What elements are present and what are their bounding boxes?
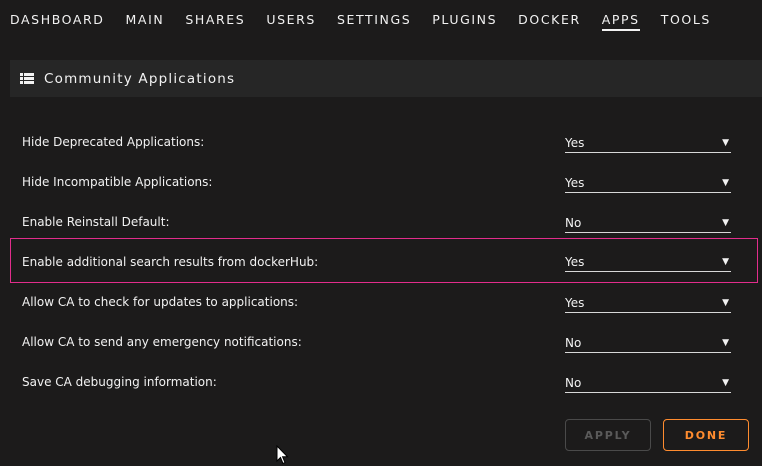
- select-value: Yes: [565, 136, 585, 150]
- top-nav: DASHBOARD MAIN SHARES USERS SETTINGS PLU…: [0, 0, 762, 40]
- nav-docker[interactable]: DOCKER: [518, 0, 581, 31]
- setting-row-emergency-notifications: Allow CA to send any emergency notificat…: [10, 322, 758, 362]
- reinstall-default-select[interactable]: No ▼: [565, 213, 731, 233]
- hide-deprecated-select[interactable]: Yes ▼: [565, 133, 731, 153]
- setting-label: Allow CA to check for updates to applica…: [22, 295, 299, 309]
- select-value: Yes: [565, 176, 585, 190]
- done-button[interactable]: DONE: [663, 419, 749, 451]
- setting-row-debugging-info: Save CA debugging information: No ▼: [10, 362, 758, 402]
- nav-users[interactable]: USERS: [266, 0, 316, 31]
- setting-row-check-updates: Allow CA to check for updates to applica…: [10, 282, 758, 322]
- setting-row-hide-deprecated: Hide Deprecated Applications: Yes ▼: [10, 122, 758, 162]
- select-value: No: [565, 336, 582, 350]
- setting-label: Enable additional search results from do…: [22, 255, 319, 269]
- section-title-bar: Community Applications: [10, 60, 762, 97]
- nav-apps[interactable]: APPS: [601, 0, 640, 31]
- setting-row-hide-incompatible: Hide Incompatible Applications: Yes ▼: [10, 162, 758, 202]
- dropdown-arrow-icon: ▼: [722, 298, 729, 308]
- select-value: No: [565, 216, 582, 230]
- nav-main[interactable]: MAIN: [126, 0, 165, 31]
- dropdown-arrow-icon: ▼: [722, 257, 729, 267]
- nav-settings[interactable]: SETTINGS: [337, 0, 411, 31]
- dockerhub-search-select[interactable]: Yes ▼: [565, 252, 731, 272]
- debugging-info-select[interactable]: No ▼: [565, 373, 731, 393]
- select-value: Yes: [565, 296, 585, 310]
- nav-shares[interactable]: SHARES: [185, 0, 245, 31]
- setting-label: Allow CA to send any emergency notificat…: [22, 335, 302, 349]
- dropdown-arrow-icon: ▼: [722, 218, 729, 228]
- grid-icon: [20, 73, 34, 84]
- setting-row-dockerhub-search: Enable additional search results from do…: [10, 238, 758, 283]
- section-title: Community Applications: [44, 70, 236, 87]
- dropdown-arrow-icon: ▼: [722, 378, 729, 388]
- setting-label: Hide Incompatible Applications:: [22, 175, 213, 189]
- apply-button[interactable]: APPLY: [565, 419, 651, 451]
- emergency-notifications-select[interactable]: No ▼: [565, 333, 731, 353]
- select-value: No: [565, 376, 582, 390]
- dropdown-arrow-icon: ▼: [722, 138, 729, 148]
- setting-label: Save CA debugging information:: [22, 375, 217, 389]
- dropdown-arrow-icon: ▼: [722, 178, 729, 188]
- hide-incompatible-select[interactable]: Yes ▼: [565, 173, 731, 193]
- mouse-cursor-icon: [276, 445, 289, 465]
- nav-dashboard[interactable]: DASHBOARD: [10, 0, 105, 31]
- setting-row-reinstall-default: Enable Reinstall Default: No ▼: [10, 202, 758, 242]
- setting-label: Hide Deprecated Applications:: [22, 135, 205, 149]
- nav-tools[interactable]: TOOLS: [661, 0, 711, 31]
- check-updates-select[interactable]: Yes ▼: [565, 293, 731, 313]
- nav-plugins[interactable]: PLUGINS: [432, 0, 497, 31]
- dropdown-arrow-icon: ▼: [722, 338, 729, 348]
- select-value: Yes: [565, 255, 585, 269]
- setting-label: Enable Reinstall Default:: [22, 215, 170, 229]
